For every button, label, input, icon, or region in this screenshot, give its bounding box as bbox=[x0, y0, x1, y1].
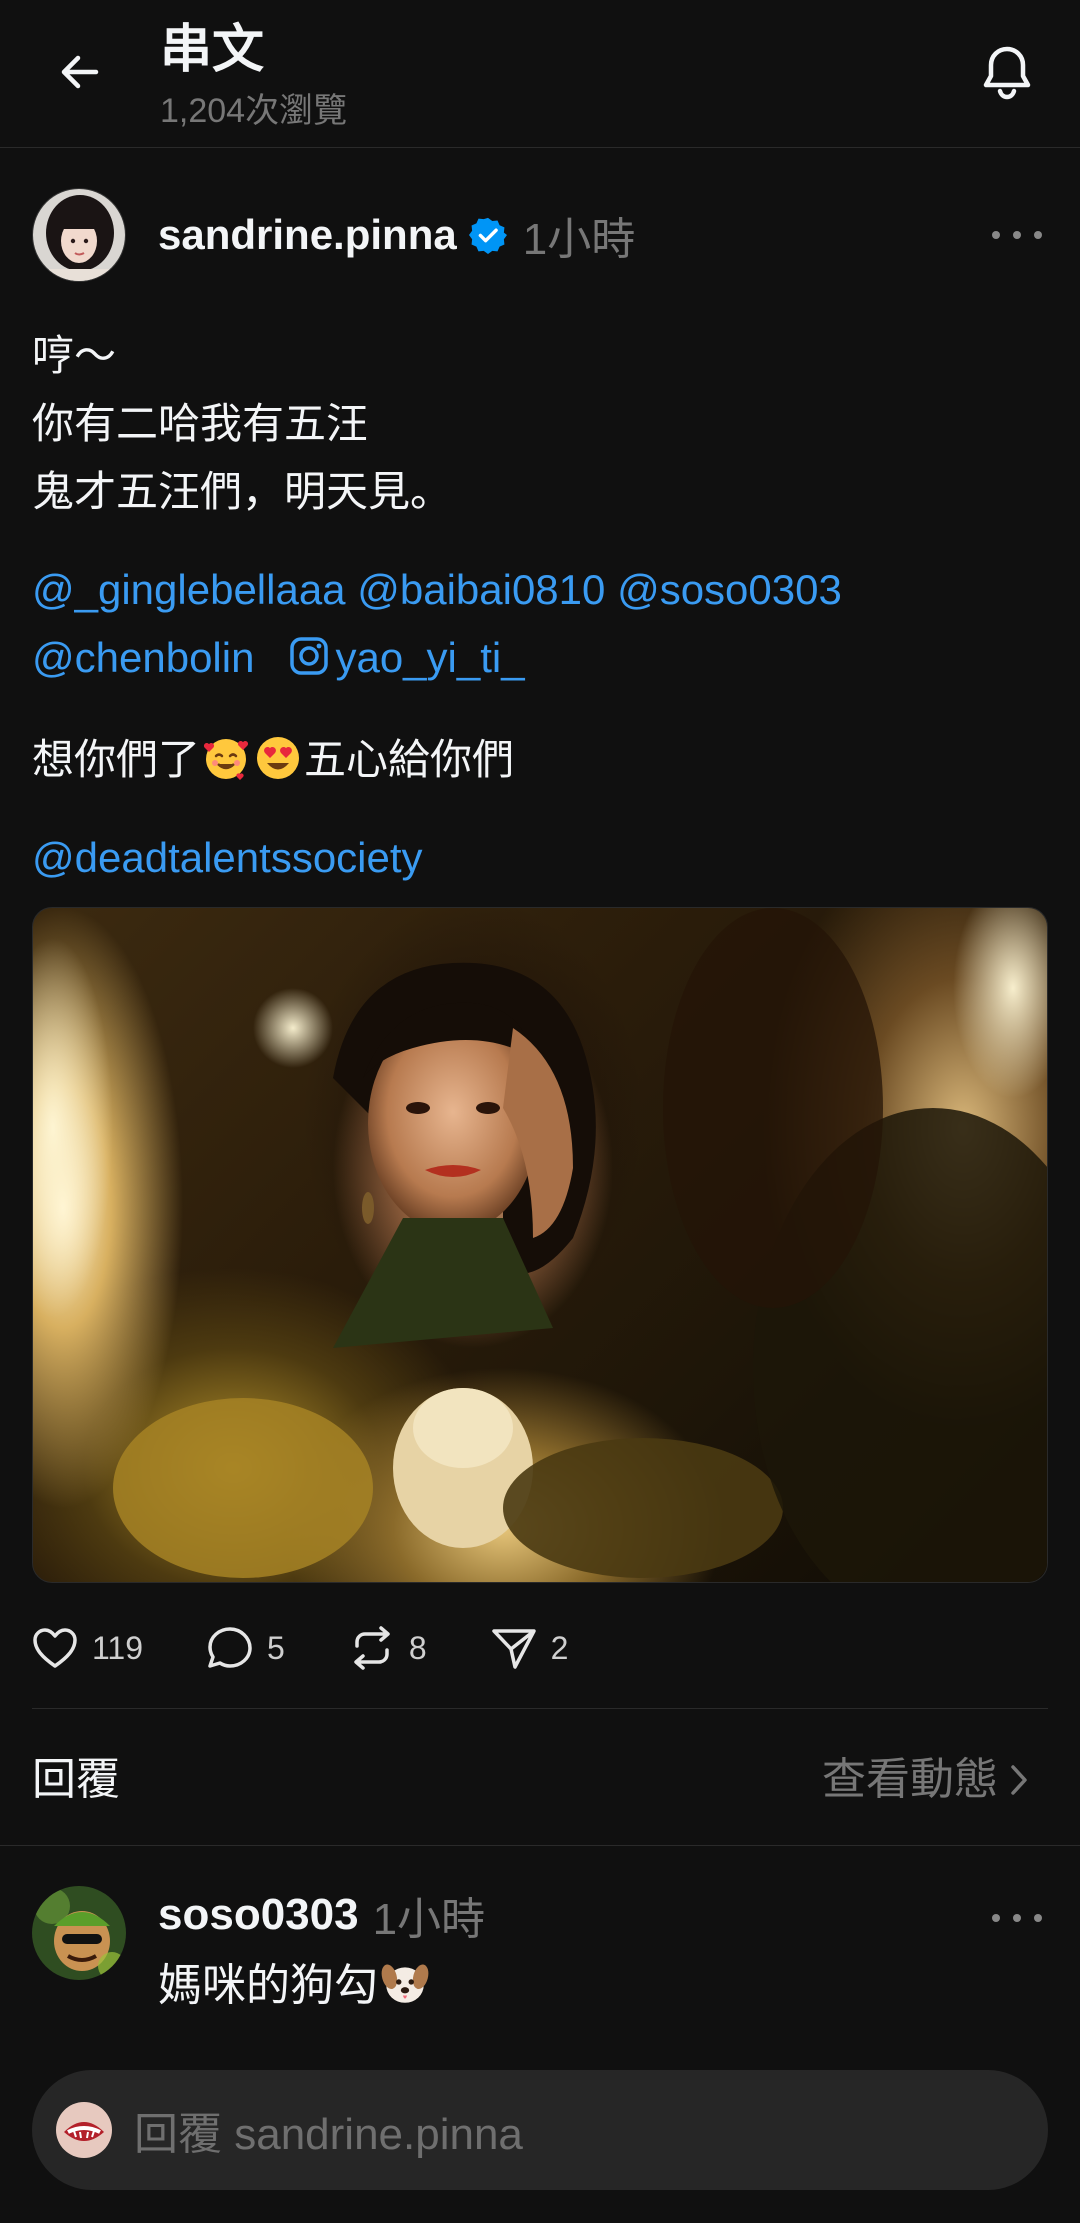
post-text-emoji-line: 想你們了 五心給你們 bbox=[32, 726, 514, 794]
chevron-right-icon bbox=[1011, 1765, 1027, 1795]
divider bbox=[0, 1845, 1080, 1846]
post-text-line: 你有二哈我有五汪 bbox=[32, 400, 369, 447]
share-button[interactable]: 2 bbox=[491, 1626, 569, 1670]
reply-text: 媽咪的狗勾 bbox=[158, 1954, 432, 2018]
author-name[interactable]: sandrine.pinna bbox=[158, 211, 457, 259]
heart-eyes-emoji-icon bbox=[257, 737, 300, 779]
reply-author-name[interactable]: soso0303 bbox=[158, 1890, 359, 1940]
like-button[interactable]: 119 bbox=[32, 1627, 143, 1669]
comment-bubble-icon bbox=[208, 1627, 252, 1668]
reply-author-row: soso0303 1小時 bbox=[158, 1886, 485, 1944]
reply-text-content: 媽咪的狗勾 bbox=[158, 1961, 378, 2010]
view-activity-label: 查看動態 bbox=[822, 1755, 998, 1804]
repost-count: 8 bbox=[408, 1629, 427, 1666]
current-user-avatar bbox=[56, 2102, 112, 2158]
repost-icon bbox=[354, 1626, 390, 1670]
post-actions: 119 5 8 2 bbox=[32, 1622, 632, 1674]
post-text-segment: 想你們了 bbox=[32, 736, 201, 783]
share-count: 2 bbox=[550, 1629, 569, 1666]
tag-line: @deadtalentssociety bbox=[32, 824, 423, 892]
mention-link[interactable]: @baibai0810 bbox=[357, 566, 605, 613]
reply-time: 1小時 bbox=[372, 1895, 486, 1944]
instagram-handle: yao_yi_ti_ bbox=[335, 634, 525, 681]
divider bbox=[32, 1708, 1048, 1709]
notification-bell-icon[interactable] bbox=[974, 38, 1040, 108]
mention-link[interactable]: @chenbolin bbox=[32, 634, 254, 681]
top-bar: 串文 1,204次瀏覽 bbox=[0, 0, 1080, 148]
back-arrow-icon[interactable] bbox=[50, 42, 110, 102]
post-photo[interactable] bbox=[32, 907, 1048, 1583]
author-row: sandrine.pinna 1小時 bbox=[158, 205, 635, 265]
mention-link[interactable]: @_ginglebellaaa bbox=[32, 566, 346, 613]
dog-face-emoji-icon bbox=[381, 1964, 429, 2003]
post-time: 1小時 bbox=[522, 215, 636, 264]
verified-badge-icon bbox=[468, 217, 507, 254]
post-text-line: 哼～ bbox=[32, 332, 117, 379]
comment-button[interactable]: 5 bbox=[207, 1626, 285, 1670]
post-more-options-icon[interactable] bbox=[992, 220, 1042, 250]
post-text-segment: 五心給你們 bbox=[304, 736, 515, 783]
repost-button[interactable]: 8 bbox=[349, 1626, 427, 1670]
mention-link[interactable]: @soso0303 bbox=[617, 566, 842, 613]
send-icon bbox=[491, 1629, 536, 1669]
mentions-block: @_ginglebellaaa @baibai0810 @soso0303 @c… bbox=[32, 556, 842, 692]
smiling-face-with-hearts-emoji-icon bbox=[203, 739, 249, 780]
post-text: 哼～ 你有二哈我有五汪 鬼才五汪們，明天見。 bbox=[32, 322, 1048, 526]
reply-author-avatar[interactable] bbox=[32, 1886, 126, 1980]
photo-illustration bbox=[33, 908, 1047, 1582]
mention-link[interactable]: @deadtalentssociety bbox=[32, 834, 423, 881]
like-count: 119 bbox=[92, 1629, 144, 1666]
reply-composer[interactable]: 回覆 sandrine.pinna bbox=[32, 2070, 1048, 2190]
reply-input-placeholder: 回覆 sandrine.pinna bbox=[134, 2110, 523, 2159]
post-text-line: 鬼才五汪們，明天見。 bbox=[32, 468, 453, 515]
view-activity-link[interactable]: 查看動態 bbox=[822, 1752, 1030, 1808]
reply-more-options-icon[interactable] bbox=[992, 1903, 1042, 1933]
view-count: 1,204次瀏覽 bbox=[160, 92, 348, 130]
instagram-mention-link[interactable]: yao_yi_ti_ bbox=[289, 634, 525, 681]
heart-icon bbox=[33, 1628, 77, 1668]
author-avatar[interactable] bbox=[32, 188, 126, 282]
instagram-icon bbox=[290, 637, 329, 675]
replies-heading: 回覆 bbox=[32, 1755, 120, 1804]
comment-count: 5 bbox=[267, 1629, 285, 1666]
page-title: 串文 bbox=[160, 21, 265, 79]
